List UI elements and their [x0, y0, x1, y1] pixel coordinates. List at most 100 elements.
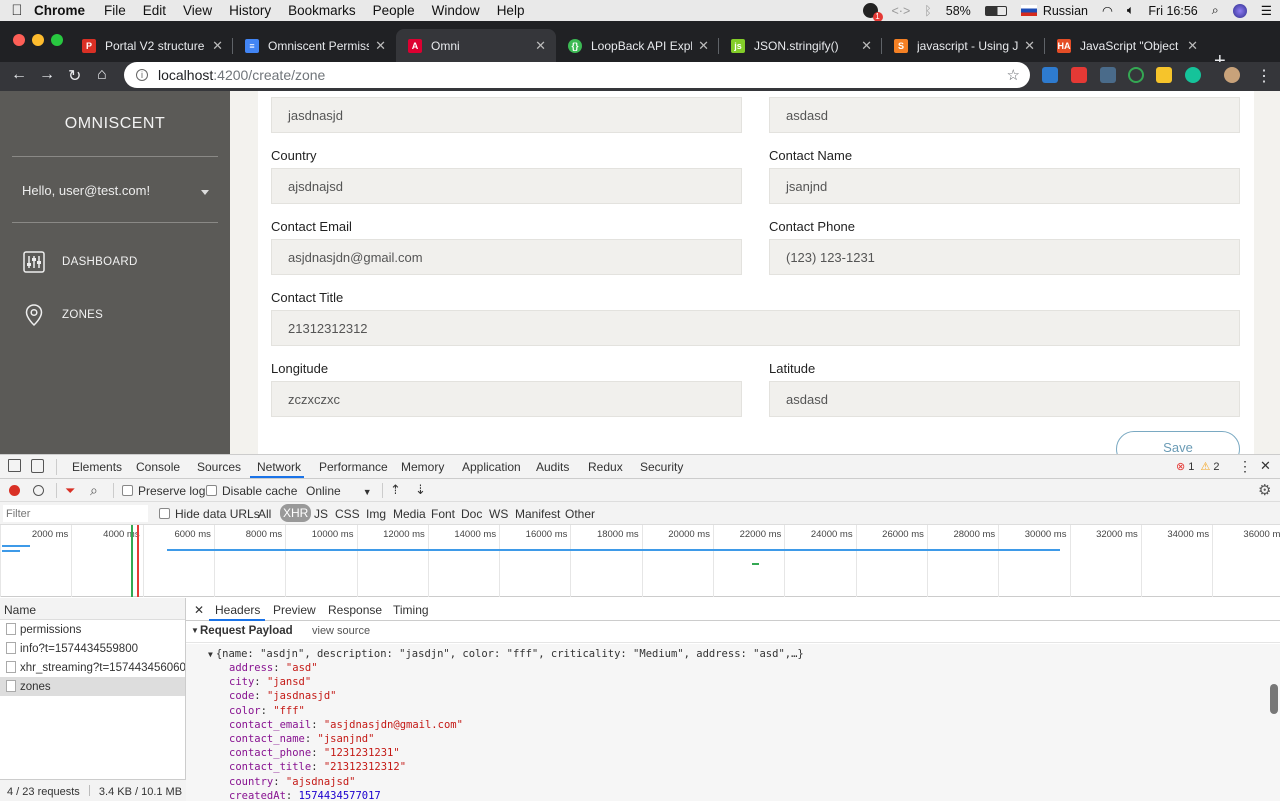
payload-row[interactable]: country: "ajsdnajsd"	[186, 776, 1280, 790]
tab-headers[interactable]: Headers	[215, 603, 260, 617]
filter-type-font[interactable]: Font	[431, 507, 455, 521]
extension-icon[interactable]	[1100, 67, 1116, 83]
tab-close-icon[interactable]: ✕	[861, 38, 872, 54]
request-row[interactable]: xhr_streaming?t=1574434560605	[0, 658, 185, 677]
bookmark-star-icon[interactable]: ☆	[1007, 66, 1020, 84]
scrollbar-thumb[interactable]	[1270, 684, 1278, 714]
tab-network[interactable]: Network	[257, 460, 301, 474]
menu-history[interactable]: History	[229, 3, 271, 18]
code-arrows-icon[interactable]: <·>	[892, 4, 911, 18]
forward-arrow-icon[interactable]: →	[39, 66, 55, 84]
filter-type-doc[interactable]: Doc	[461, 507, 482, 521]
longitude-field[interactable]: zczxczxc	[271, 381, 742, 417]
menu-view[interactable]: View	[183, 3, 212, 18]
payload-row[interactable]: contact_title: "21312312312"	[186, 761, 1280, 775]
tab-security[interactable]: Security	[640, 460, 683, 474]
payload-summary-row[interactable]: ▼ {name: "asdjn", description: "jasdjn", …	[186, 644, 1280, 662]
russian-flag-icon[interactable]	[1020, 5, 1037, 16]
filter-funnel-icon[interactable]: ⏷	[65, 483, 75, 499]
menu-file[interactable]: File	[104, 3, 126, 18]
payload-row[interactable]: contact_name: "jsanjnd"	[186, 733, 1280, 747]
extension-icon[interactable]	[1042, 67, 1058, 83]
extension-icon[interactable]	[1156, 67, 1172, 83]
browser-tab-active[interactable]: A Omni ✕	[396, 29, 556, 62]
expand-triangle-icon[interactable]: ▼	[191, 626, 199, 635]
payload-row[interactable]: contact_phone: "1231231231"	[186, 747, 1280, 761]
payload-row[interactable]: city: "jansd"	[186, 676, 1280, 690]
import-har-icon[interactable]: ⇡	[390, 482, 401, 498]
code-field[interactable]: jasdnasjd	[271, 97, 742, 133]
tab-console[interactable]: Console	[136, 460, 180, 474]
back-arrow-icon[interactable]: ←	[11, 66, 27, 84]
browser-tab[interactable]: S javascript - Using JSO ✕	[882, 29, 1045, 62]
contact-email-field[interactable]: asjdnasjdn@gmail.com	[271, 239, 742, 275]
menu-edit[interactable]: Edit	[143, 3, 166, 18]
contact-title-field[interactable]: 21312312312	[271, 310, 1240, 346]
tab-close-icon[interactable]: ✕	[212, 38, 223, 54]
tab-application[interactable]: Application	[462, 460, 521, 474]
payload-row[interactable]: color: "fff"	[186, 705, 1280, 719]
tab-close-icon[interactable]: ✕	[535, 38, 546, 54]
tab-close-icon[interactable]: ✕	[375, 38, 386, 54]
hide-data-urls-checkbox[interactable]: Hide data URLs	[159, 507, 260, 521]
chrome-menu-icon[interactable]: ⋮	[1256, 66, 1272, 86]
tab-close-icon[interactable]: ✕	[1024, 38, 1035, 54]
reload-icon[interactable]: ↻	[68, 66, 81, 86]
filter-type-other[interactable]: Other	[565, 507, 595, 521]
notification-center-icon[interactable]: ☰	[1261, 3, 1272, 18]
menu-window[interactable]: Window	[432, 3, 480, 18]
payload-row[interactable]: createdAt: 1574434577017	[186, 790, 1280, 801]
close-devtools-icon[interactable]: ✕	[1260, 458, 1271, 474]
address-bar[interactable]: i localhost:4200/create/zone ☆	[124, 62, 1030, 88]
sidebar-item-zones[interactable]: ZONES	[22, 303, 103, 327]
disable-cache-checkbox[interactable]: Disable cache	[206, 484, 297, 498]
close-window-button[interactable]	[13, 34, 25, 46]
filter-type-all[interactable]: All	[258, 507, 271, 521]
filter-type-media[interactable]: Media	[393, 507, 426, 521]
tab-preview[interactable]: Preview	[273, 603, 316, 617]
preserve-log-checkbox[interactable]: Preserve log	[122, 484, 205, 498]
view-source-link[interactable]: view source	[312, 625, 370, 637]
filter-type-css[interactable]: CSS	[335, 507, 360, 521]
payload-row[interactable]: address: "asd"	[186, 662, 1280, 676]
menu-help[interactable]: Help	[497, 3, 525, 18]
payload-row[interactable]: code: "jasdnasjd"	[186, 690, 1280, 704]
throttling-select[interactable]: Online ▼	[306, 484, 372, 498]
sidebar-item-dashboard[interactable]: DASHBOARD	[22, 250, 138, 274]
tab-memory[interactable]: Memory	[401, 460, 444, 474]
notification-app-icon[interactable]	[862, 3, 883, 22]
request-row[interactable]: info?t=1574434559800	[0, 639, 185, 658]
browser-tab[interactable]: {} LoopBack API Explore ✕	[556, 29, 719, 62]
chevron-down-icon[interactable]	[201, 190, 209, 195]
payload-row[interactable]: contact_email: "asjdnasjdn@gmail.com"	[186, 719, 1280, 733]
close-detail-icon[interactable]: ✕	[194, 603, 204, 617]
tab-close-icon[interactable]: ✕	[1187, 38, 1198, 54]
user-greeting[interactable]: Hello, user@test.com!	[22, 183, 150, 198]
site-info-icon[interactable]: i	[136, 69, 148, 81]
tab-timing[interactable]: Timing	[393, 603, 429, 617]
export-har-icon[interactable]: ⇣	[415, 482, 426, 498]
clock[interactable]: Fri 16:56	[1148, 4, 1197, 18]
city-field[interactable]: asdasd	[769, 97, 1240, 133]
browser-tab[interactable]: ≡ Omniscent Permission ✕	[233, 29, 396, 62]
tab-close-icon[interactable]: ✕	[698, 38, 709, 54]
filter-type-js[interactable]: JS	[314, 507, 328, 521]
siri-icon[interactable]	[1232, 3, 1247, 18]
name-column-header[interactable]: Name	[0, 598, 185, 620]
battery-icon[interactable]	[984, 5, 1007, 16]
browser-tab[interactable]: js JSON.stringify() ✕	[719, 29, 882, 62]
tab-audits[interactable]: Audits	[536, 460, 569, 474]
filter-type-img[interactable]: Img	[366, 507, 386, 521]
filter-input[interactable]	[3, 505, 148, 522]
filter-type-xhr[interactable]: XHR	[280, 504, 312, 522]
spotlight-search-icon[interactable]: ⌕	[1212, 3, 1219, 18]
brand-logo[interactable]: OMNISCENT	[0, 115, 230, 133]
contact-phone-field[interactable]: (123) 123-1231	[769, 239, 1240, 275]
browser-tab[interactable]: HA JavaScript "Object to ✕	[1045, 29, 1208, 62]
record-icon[interactable]	[9, 485, 20, 496]
menu-bookmarks[interactable]: Bookmarks	[288, 3, 356, 18]
clear-icon[interactable]	[33, 485, 44, 496]
filter-type-manifest[interactable]: Manifest	[515, 507, 560, 521]
tab-response[interactable]: Response	[328, 603, 382, 617]
menu-people[interactable]: People	[373, 3, 415, 18]
